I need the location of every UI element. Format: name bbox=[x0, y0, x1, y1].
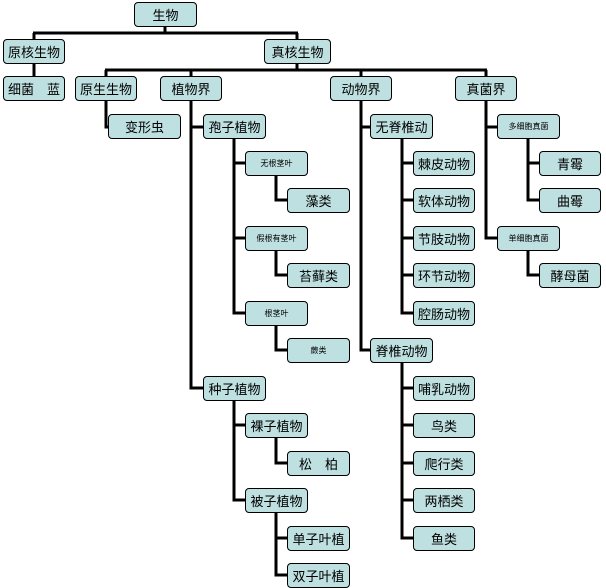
node-dicot: 双子叶植 bbox=[287, 563, 350, 588]
node-pseudo-root: 假根有茎叶 bbox=[245, 226, 308, 251]
node-protist: 原生生物 bbox=[75, 76, 137, 101]
node-fungi: 真菌界 bbox=[455, 76, 517, 101]
node-amphibian: 两栖类 bbox=[413, 488, 475, 513]
node-bird: 鸟类 bbox=[413, 413, 475, 438]
node-amoeba: 变形虫 bbox=[108, 114, 181, 139]
node-multicell-fungi: 多细胞真菌 bbox=[497, 114, 560, 139]
node-echinoderm: 棘皮动物 bbox=[413, 151, 475, 176]
node-moss: 苔藓类 bbox=[287, 263, 350, 288]
node-fish: 鱼类 bbox=[413, 526, 475, 551]
node-seed-plant: 种子植物 bbox=[203, 376, 266, 401]
node-penicillium: 青霉 bbox=[539, 151, 601, 176]
node-arthropod: 节肢动物 bbox=[413, 226, 475, 251]
node-bacteria: 细菌 蓝 bbox=[3, 76, 65, 101]
node-prokaryote: 原核生物 bbox=[3, 39, 65, 64]
node-eukaryote: 真核生物 bbox=[264, 39, 331, 64]
node-spore-plant: 孢子植物 bbox=[203, 114, 266, 139]
node-algae: 藻类 bbox=[287, 188, 350, 213]
node-mollusk: 软体动物 bbox=[413, 188, 475, 213]
node-yeast: 酵母菌 bbox=[539, 263, 601, 288]
node-plant: 植物界 bbox=[160, 76, 222, 101]
node-reptile: 爬行类 bbox=[413, 451, 475, 476]
node-mammal: 哺乳动物 bbox=[413, 376, 475, 401]
node-aspergillus: 曲霉 bbox=[539, 188, 601, 213]
node-gymnosperm: 裸子植物 bbox=[245, 413, 308, 438]
node-monocot: 单子叶植 bbox=[287, 526, 350, 551]
classification-tree: 生物原核生物 真核生物细菌 蓝原生生物 植物界 动物界 真菌界变形虫 孢子植物 无脊椎动 多细… bbox=[0, 0, 606, 588]
node-no-root-stem-leaf: 无根茎叶 bbox=[245, 151, 308, 176]
node-root: 生物 bbox=[134, 2, 197, 27]
node-animal: 动物界 bbox=[330, 76, 392, 101]
node-vertebrate: 脊椎动物 bbox=[370, 338, 433, 363]
node-unicell-fungi: 单细胞真菌 bbox=[497, 226, 560, 251]
node-fern: 蕨类 bbox=[287, 338, 350, 363]
node-annelid: 环节动物 bbox=[413, 263, 475, 288]
node-invertebrate: 无脊椎动 bbox=[370, 114, 433, 139]
node-coelenterate: 腔肠动物 bbox=[413, 301, 475, 326]
node-root-stem-leaf: 根茎叶 bbox=[245, 301, 308, 326]
node-pine: 松 柏 bbox=[287, 451, 350, 476]
node-angiosperm: 被子植物 bbox=[245, 488, 308, 513]
